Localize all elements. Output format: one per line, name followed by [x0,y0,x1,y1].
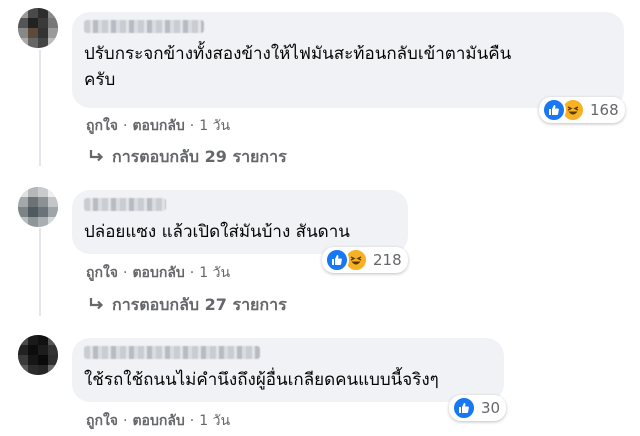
replies-label: การตอบกลับ 27 รายการ [112,295,287,314]
reaction-count: 168 [590,101,619,119]
comment-text: ปรับกระจกข้างทั้งสองข้างให้ไฟมันสะท้อนกล… [84,44,512,64]
like-icon [452,396,476,420]
separator: · [123,413,128,429]
view-replies-link[interactable]: การตอบกลับ 29 รายการ [88,145,287,170]
reply-link[interactable]: ตอบกลับ [132,262,184,284]
timestamp[interactable]: 1 วัน [199,410,230,432]
separator: · [123,118,128,134]
reaction-count: 30 [481,399,501,417]
reaction-summary[interactable]: 30 [449,395,507,421]
reaction-count: 218 [373,251,402,269]
timestamp[interactable]: 1 วัน [199,115,230,137]
comment-actions: ถูกใจ · ตอบกลับ · 1 วัน [86,262,230,284]
comment-text: ครับ [84,70,116,90]
separator: · [189,118,195,134]
comment-bubble: ปรับกระจกข้างทั้งสองข้างให้ไฟมันสะท้อนกล… [72,12,624,108]
like-link[interactable]: ถูกใจ [86,115,118,137]
comment-text: ใช้รถใช้ถนนไม่คำนึงถึงผู้อื่นเกลียดคนแบบ… [84,370,439,390]
thread-line [39,50,41,166]
avatar[interactable] [18,187,58,227]
like-link[interactable]: ถูกใจ [86,262,118,284]
comment-bubble: ใช้รถใช้ถนนไม่คำนึงถึงผู้อื่นเกลียดคนแบบ… [72,338,504,402]
author-name-blurred[interactable] [84,20,204,33]
like-link[interactable]: ถูกใจ [86,410,118,432]
reaction-summary[interactable]: 218 [322,247,408,273]
reply-arrow-icon [88,296,104,315]
author-name-blurred[interactable] [84,346,260,359]
separator: · [189,265,195,281]
like-icon [542,98,566,122]
comment-text: ปล่อยแซง แล้วเปิดใส่มันบ้าง สันดาน [84,222,350,242]
separator: · [189,413,195,429]
comment-bubble: ปล่อยแซง แล้วเปิดใส่มันบ้าง สันดาน [72,190,408,254]
reply-link[interactable]: ตอบกลับ [132,115,184,137]
view-replies-link[interactable]: การตอบกลับ 27 รายการ [88,293,287,318]
like-icon [325,248,349,272]
comment-actions: ถูกใจ · ตอบกลับ · 1 วัน [86,410,230,432]
avatar[interactable] [18,8,58,48]
author-name-blurred[interactable] [84,198,166,211]
separator: · [123,265,128,281]
thread-line [39,228,41,316]
avatar[interactable] [18,335,58,375]
reply-arrow-icon [88,148,104,167]
comment-actions: ถูกใจ · ตอบกลับ · 1 วัน [86,115,230,137]
reply-link[interactable]: ตอบกลับ [132,410,184,432]
timestamp[interactable]: 1 วัน [199,262,230,284]
replies-label: การตอบกลับ 29 รายการ [112,147,287,166]
reaction-summary[interactable]: 168 [539,97,625,123]
